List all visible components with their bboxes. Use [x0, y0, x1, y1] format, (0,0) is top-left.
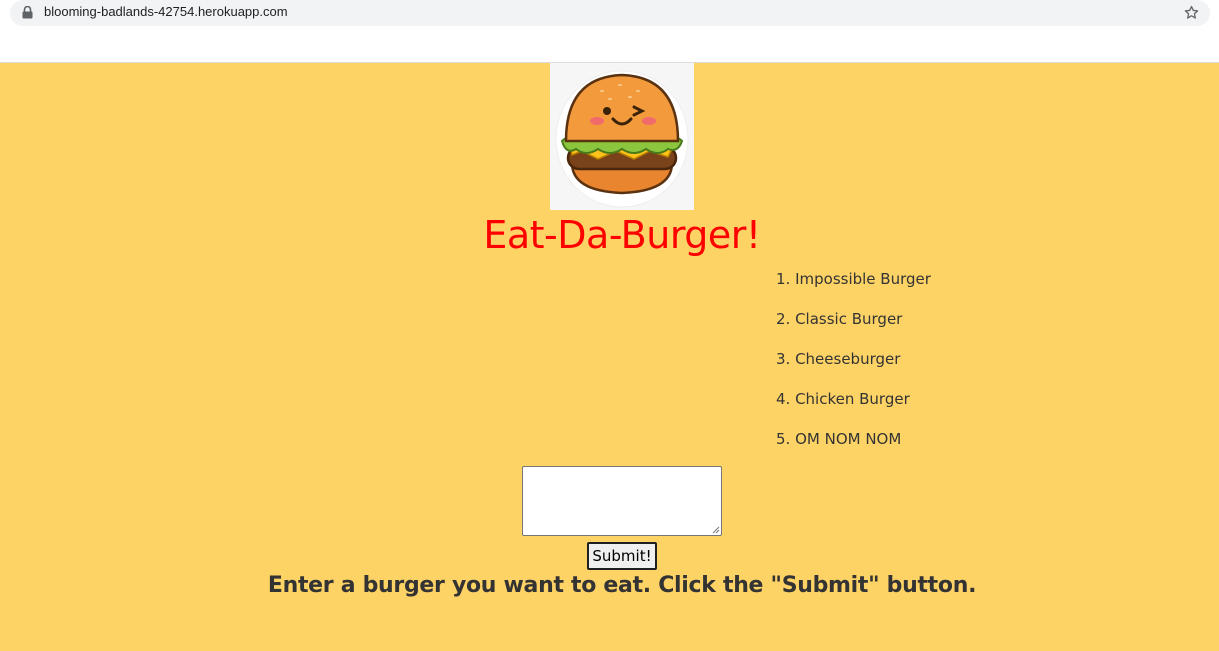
page-body: Eat-Da-Burger! 1. Impossible Burger 2. C… [0, 63, 1219, 651]
list-item: 3. Cheeseburger [776, 350, 901, 368]
browser-toolbar: blooming-badlands-42754.herokuapp.com [0, 0, 1219, 63]
star-icon[interactable] [1183, 4, 1200, 21]
list-item: 4. Chicken Burger [776, 390, 910, 408]
submit-button[interactable]: Submit! [587, 542, 657, 570]
burger-logo-icon [550, 63, 694, 210]
burger-list: 1. Impossible Burger 2. Classic Burger 3… [776, 267, 931, 467]
burger-input[interactable] [522, 466, 722, 536]
address-bar[interactable]: blooming-badlands-42754.herokuapp.com [10, 0, 1210, 26]
url-text[interactable]: blooming-badlands-42754.herokuapp.com [44, 4, 288, 19]
list-item: 5. OM NOM NOM [776, 430, 902, 448]
list-item: 1. Impossible Burger [776, 270, 931, 288]
instructions-text: Enter a burger you want to eat. Click th… [267, 573, 977, 598]
list-item: 2. Classic Burger [776, 310, 903, 328]
page-title: Eat-Da-Burger! [483, 213, 761, 257]
lock-icon[interactable] [22, 6, 33, 19]
